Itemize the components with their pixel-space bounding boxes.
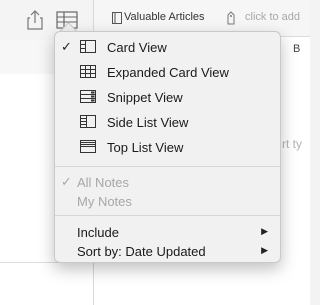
menu-item-label: Sort by: Date Updated [77, 244, 206, 259]
bold-button[interactable]: B [293, 43, 300, 55]
menu-item-include[interactable]: Include ▶ [55, 222, 280, 242]
menu-item-label: Snippet View [107, 90, 183, 105]
menu-item-label: Top List View [107, 140, 184, 155]
menu-item-card-view[interactable]: ✓ Card View [55, 37, 280, 57]
menu-item-expanded-card-view[interactable]: Expanded Card View [55, 62, 280, 82]
expanded-card-view-icon [80, 65, 96, 78]
notebook-selector[interactable]: Valuable Articles [124, 11, 205, 23]
share-icon[interactable] [24, 9, 46, 31]
menu-separator [55, 166, 280, 167]
view-options-menu: ✓ Card View Expanded Card View Snippet V… [54, 31, 281, 263]
snippet-view-icon [80, 90, 96, 103]
top-list-view-icon [80, 140, 96, 153]
menu-item-side-list-view[interactable]: Side List View [55, 112, 280, 132]
side-list-view-icon [80, 115, 96, 128]
submenu-arrow-icon: ▶ [261, 245, 268, 255]
menu-item-my-notes: My Notes [55, 191, 280, 211]
menu-item-snippet-view[interactable]: Snippet View [55, 87, 280, 107]
menu-item-label: Expanded Card View [107, 65, 229, 80]
submenu-arrow-icon: ▶ [261, 226, 268, 236]
menu-item-label: Card View [107, 40, 167, 55]
tag-input[interactable]: click to add [245, 11, 300, 23]
menu-separator [55, 215, 280, 216]
menu-item-top-list-view[interactable]: Top List View [55, 137, 280, 157]
menu-item-all-notes: ✓ All Notes [55, 172, 280, 192]
menu-item-label: All Notes [77, 175, 130, 190]
menu-item-label: Include [77, 225, 119, 240]
menu-item-label: Side List View [107, 115, 189, 130]
note-body-placeholder: rt ty [282, 137, 302, 151]
menu-item-label: My Notes [77, 194, 132, 209]
checkmark-icon: ✓ [61, 39, 72, 54]
card-view-icon [80, 40, 96, 53]
checkmark-icon: ✓ [61, 174, 72, 189]
menu-item-sort-by[interactable]: Sort by: Date Updated ▶ [55, 241, 280, 261]
notebook-icon [112, 12, 122, 24]
tag-icon [227, 11, 235, 25]
